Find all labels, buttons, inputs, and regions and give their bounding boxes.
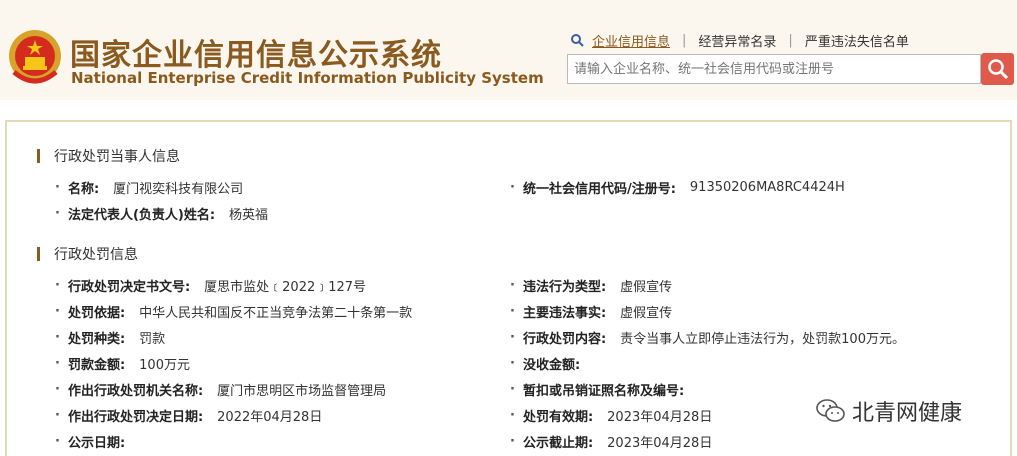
wechat-icon xyxy=(816,399,845,422)
field-credit-code: · 统一社会信用代码/注册号: 91350206MA8RC4424H xyxy=(510,180,845,197)
field-penalty-basis: · 处罚依据: 中华人民共和国反不正当竞争法第二十条第一款 xyxy=(55,304,413,321)
nav-link-blacklist[interactable]: 严重违法失信名单 xyxy=(805,31,909,50)
field-penalty-content: · 行政处罚内容: 责令当事人立即停止违法行为，处罚款100万元。 xyxy=(510,330,905,347)
field-main-facts: · 主要违法事实: 虚假宣传 xyxy=(510,304,673,321)
section-penalty-info: 行政处罚信息 xyxy=(37,244,138,264)
section-marker xyxy=(37,149,40,163)
search-button[interactable] xyxy=(981,53,1014,85)
site-header: 国家企业信用信息公示系统 National Enterprise Credit … xyxy=(0,0,1017,100)
field-penalty-type: · 处罚种类: 罚款 xyxy=(55,330,166,347)
search-input[interactable] xyxy=(567,54,981,84)
field-license-revoked: · 暂扣或吊销证照名称及编号: xyxy=(510,382,685,399)
section-title: 行政处罚当事人信息 xyxy=(54,149,180,165)
field-penalty-validity: · 处罚有效期: 2023年04月28日 xyxy=(510,408,713,425)
search-icon xyxy=(571,34,584,47)
section-party-info: 行政处罚当事人信息 xyxy=(37,146,180,166)
section-title: 行政处罚信息 xyxy=(54,247,138,263)
nav-separator: | xyxy=(682,32,687,48)
field-decision-date: · 作出行政处罚决定日期: 2022年04月28日 xyxy=(55,408,323,425)
watermark-text: 北青网健康 xyxy=(852,401,963,426)
national-emblem-icon xyxy=(9,30,61,84)
site-title-en: National Enterprise Credit Information P… xyxy=(71,69,544,87)
top-navigation: 企业信用信息 | 经营异常名录 | 严重违法失信名单 xyxy=(570,31,909,50)
section-marker xyxy=(37,247,40,261)
nav-link-abnormal-list[interactable]: 经营异常名录 xyxy=(698,31,776,50)
nav-link-enterprise-credit[interactable]: 企业信用信息 xyxy=(592,31,670,50)
field-decision-number: · 行政处罚决定书文号: 厦思市监处﹝2022﹞127号 xyxy=(55,278,367,295)
field-violation-type: · 违法行为类型: 虚假宣传 xyxy=(510,278,673,295)
site-title-cn: 国家企业信用信息公示系统 xyxy=(70,38,442,73)
field-legal-rep: · 法定代表人(负责人)姓名: 杨英福 xyxy=(55,206,269,223)
watermark: 北青网健康 xyxy=(816,395,962,427)
field-name: · 名称: 厦门视奕科技有限公司 xyxy=(55,180,244,197)
field-authority-name: · 作出行政处罚机关名称: 厦门市思明区市场监督管理局 xyxy=(55,382,387,399)
field-fine-amount: · 罚款金额: 100万元 xyxy=(55,356,190,373)
search-icon xyxy=(987,59,1008,80)
field-publicity-deadline: · 公示截止期: 2023年04月28日 xyxy=(510,434,713,451)
field-confiscated-amount: · 没收金额: xyxy=(510,356,581,373)
field-publicity-date: · 公示日期: xyxy=(55,434,126,451)
nav-separator: | xyxy=(788,32,793,48)
